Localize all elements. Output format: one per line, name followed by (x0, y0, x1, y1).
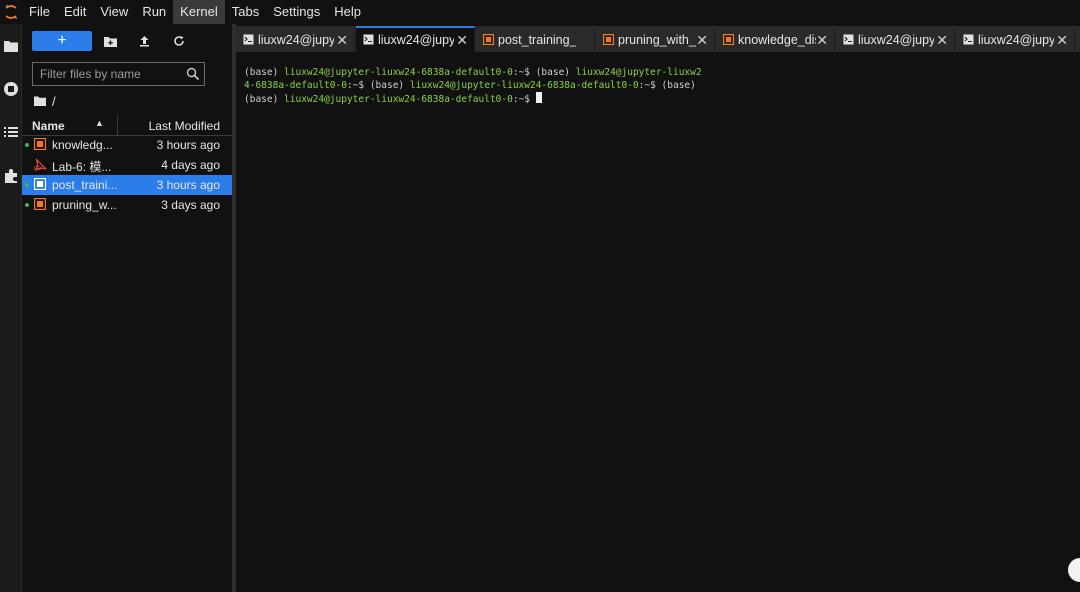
tab-bar: liuxw24@jupyte ✕ liuxw24@jupyte ✕ post_t… (236, 26, 1080, 52)
tab-terminal-active[interactable]: liuxw24@jupyte ✕ (356, 26, 475, 52)
menu-tabs[interactable]: Tabs (225, 0, 266, 24)
running-indicator (25, 143, 29, 147)
file-browser-toolbar: + (22, 24, 232, 58)
file-name: knowledg... (52, 138, 113, 152)
svg-text:PDF: PDF (34, 166, 44, 171)
file-name: post_traini... (52, 178, 118, 192)
toc-icon[interactable] (0, 120, 22, 144)
tab-notebook[interactable]: pruning_with_k ✕ (596, 28, 715, 52)
tab-notebook[interactable]: knowledge_dist ✕ (716, 28, 835, 52)
file-row[interactable]: post_traini... 3 hours ago (22, 175, 232, 195)
column-divider (117, 116, 118, 136)
new-folder-icon[interactable] (99, 31, 121, 51)
file-modified: 4 days ago (161, 158, 220, 172)
file-row[interactable]: PDF Lab-6: 模... 4 days ago (22, 155, 232, 175)
tab-terminal[interactable]: liuxw24@jupyte ✕ (836, 28, 955, 52)
close-icon[interactable]: ✕ (936, 32, 948, 49)
terminal-icon (843, 34, 855, 46)
tab-label: liuxw24@jupyte (978, 33, 1054, 47)
tab-notebook[interactable]: post_training_ir (476, 28, 595, 52)
tab-label: liuxw24@jupyte (258, 33, 334, 47)
file-browser: + / Name ▲ Last Modified knowledg.. (22, 24, 232, 592)
filter-files (32, 62, 205, 86)
file-row[interactable]: pruning_w... 3 days ago (22, 195, 232, 215)
menu-kernel[interactable]: Kernel (173, 0, 225, 24)
terminal-line: (base) liuxw24@jupyter-liuxw24-6838a-def… (244, 92, 1080, 106)
column-modified-header[interactable]: Last Modified (149, 119, 220, 133)
notebook-icon (482, 33, 495, 46)
file-row[interactable]: knowledg... 3 hours ago (22, 135, 232, 155)
notebook-icon (33, 197, 48, 212)
file-modified: 3 hours ago (156, 178, 220, 192)
tab-label: knowledge_dist (738, 33, 816, 47)
breadcrumb-root[interactable]: / (52, 94, 56, 109)
terminal-cursor (535, 92, 542, 103)
notebook-icon (722, 33, 735, 46)
menu-settings[interactable]: Settings (266, 0, 327, 24)
menu-edit[interactable]: Edit (57, 0, 93, 24)
jupyter-logo-icon (0, 0, 22, 24)
menu-bar: File Edit View Run Kernel Tabs Settings … (0, 0, 1080, 24)
close-icon[interactable]: ✕ (816, 32, 828, 49)
file-list-header: Name ▲ Last Modified (22, 116, 232, 136)
tab-terminal[interactable]: liuxw24@jupyte ✕ (956, 28, 1075, 52)
notebook-icon (602, 33, 615, 46)
column-name-header[interactable]: Name (32, 119, 65, 133)
filter-files-input[interactable] (33, 63, 183, 85)
refresh-icon[interactable] (168, 31, 190, 51)
tab-label: liuxw24@jupyte (858, 33, 934, 47)
terminal-line: 4-6838a-default0-0:~$ (base) liuxw24@jup… (244, 80, 696, 91)
terminal-icon (243, 34, 255, 46)
tab-terminal[interactable]: liuxw24@jupyte ✕ (236, 28, 355, 52)
file-name: Lab-6: 模... (52, 160, 112, 174)
running-indicator (25, 183, 29, 187)
breadcrumb: / (34, 92, 56, 110)
pdf-icon: PDF (34, 158, 48, 172)
close-icon[interactable]: ✕ (336, 32, 348, 49)
upload-icon[interactable] (133, 31, 155, 51)
new-launcher-button[interactable]: + (32, 31, 92, 51)
close-icon[interactable]: ✕ (696, 32, 708, 49)
search-icon (186, 67, 200, 81)
close-icon[interactable]: ✕ (1056, 32, 1068, 49)
menu-file[interactable]: File (22, 0, 57, 24)
menu-help[interactable]: Help (327, 0, 368, 24)
file-modified: 3 hours ago (156, 138, 220, 152)
menu-view[interactable]: View (93, 0, 135, 24)
breadcrumb-folder-icon[interactable] (34, 94, 46, 109)
close-icon[interactable]: ✕ (456, 32, 468, 49)
notebook-icon (33, 177, 48, 192)
file-modified: 3 days ago (161, 198, 220, 212)
terminal-icon (963, 34, 975, 46)
activity-bar (0, 24, 22, 592)
running-icon[interactable] (0, 77, 22, 101)
terminal-line: (base) liuxw24@jupyter-liuxw24-6838a-def… (244, 67, 702, 78)
extension-icon[interactable] (0, 164, 22, 188)
notebook-icon (33, 137, 48, 152)
tab-label: liuxw24@jupyte (378, 33, 454, 47)
terminal-output[interactable]: (base) liuxw24@jupyter-liuxw24-6838a-def… (236, 52, 1080, 592)
tab-label: post_training_ir (498, 33, 576, 47)
running-indicator (25, 203, 29, 207)
folder-icon[interactable] (0, 34, 22, 58)
file-name: pruning_w... (52, 198, 117, 212)
sort-ascending-icon: ▲ (95, 118, 104, 128)
menu-run[interactable]: Run (135, 0, 173, 24)
tab-label: pruning_with_k (618, 33, 696, 47)
terminal-icon (363, 34, 375, 46)
